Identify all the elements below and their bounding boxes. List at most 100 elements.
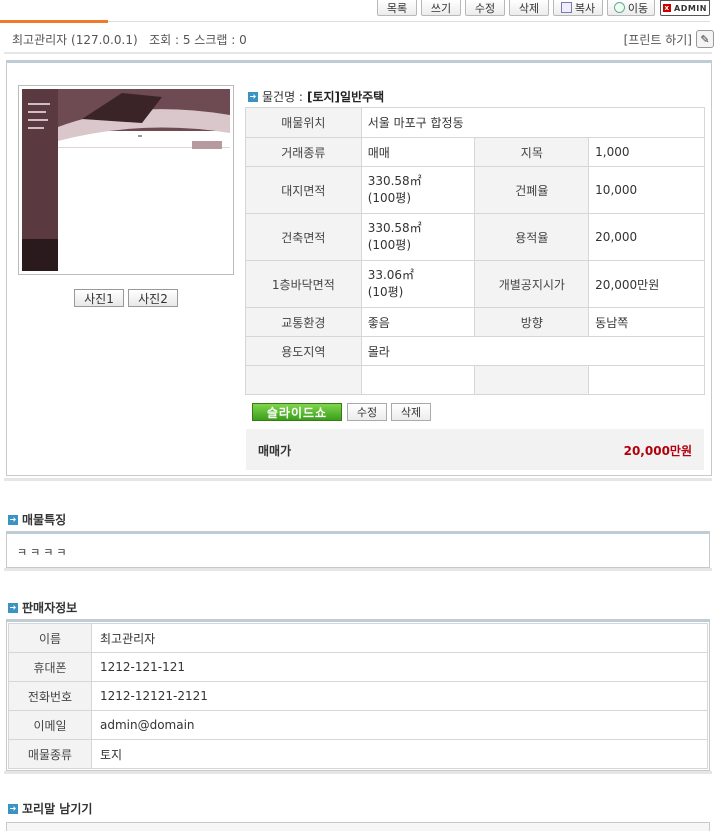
- comment-title: ➔ 꼬리말 남기기: [8, 802, 93, 816]
- seller-label: 이름: [8, 623, 92, 653]
- table-row: 1층바닥면적 33.06㎡ (10평) 개별공지시가 20,000만원: [245, 260, 705, 308]
- top-divider: [108, 21, 710, 22]
- seller-value: 1212-121-121: [91, 652, 708, 682]
- seller-value: 최고관리자: [91, 623, 708, 653]
- spec-label: 지목: [474, 137, 590, 167]
- price-value: 20,000만원: [623, 444, 692, 458]
- author-info: 최고관리자 (127.0.0.1): [12, 33, 138, 47]
- photo1-button[interactable]: 사진1: [74, 289, 124, 307]
- table-row: 교통환경 좋음 방향 동남쪽: [245, 307, 705, 337]
- features-title: ➔ 매물특징: [8, 513, 67, 527]
- accent-tab: [0, 20, 108, 23]
- seller-label: 매물종류: [8, 739, 92, 769]
- arrow-right-icon: ➔: [8, 514, 18, 525]
- section-divider: [4, 478, 712, 481]
- table-row: 이메일 admin@domain: [8, 710, 708, 740]
- delete-item-button[interactable]: 삭제: [391, 403, 431, 421]
- comment-box: [6, 822, 710, 831]
- spec-value-empty: [588, 365, 705, 395]
- spec-label: 교통환경: [245, 307, 362, 337]
- seller-value: 1212-12121-2121: [91, 681, 708, 711]
- seller-value: admin@domain: [91, 710, 708, 740]
- arrow-right-icon: ➔: [8, 602, 18, 613]
- spec-value: 매매: [360, 137, 476, 167]
- spec-label: 용도지역: [245, 336, 362, 366]
- spec-label: 용적율: [474, 213, 590, 261]
- info-divider: [4, 52, 712, 54]
- arrow-right-icon: ➔: [248, 91, 258, 102]
- table-row: 휴대폰 1212-121-121: [8, 652, 708, 682]
- table-row: 건축면적 330.58㎡ (100평) 용적율 20,000: [245, 213, 705, 261]
- spec-value-empty: [360, 365, 476, 395]
- view-count: 조회 : 5 스크랩 : 0: [149, 33, 247, 47]
- print-area: [프린트 하기] ✎: [624, 30, 714, 48]
- box-accent-line: [7, 532, 709, 534]
- spec-value: 20,000만원: [588, 260, 705, 308]
- spec-label: 건폐율: [474, 166, 590, 214]
- features-box: ㅋㅋㅋㅋ: [6, 531, 710, 568]
- print-icon[interactable]: ✎: [696, 30, 714, 48]
- price-label: 매매가: [258, 444, 292, 458]
- table-row: 이름 최고관리자: [8, 623, 708, 653]
- modify-button[interactable]: 수정: [465, 0, 505, 16]
- spec-label-empty: [245, 365, 362, 395]
- spec-value: 서울 마포구 합정동: [360, 107, 706, 138]
- section-divider: [4, 568, 712, 571]
- delete-button[interactable]: 삭제: [509, 0, 549, 16]
- spec-value: 1,000: [588, 137, 705, 167]
- spec-value: 20,000: [588, 213, 705, 261]
- spec-label: 대지면적: [245, 166, 362, 214]
- spec-value: 33.06㎡ (10평): [360, 260, 476, 308]
- box-accent-line: [7, 61, 711, 63]
- list-button[interactable]: 목록: [377, 0, 417, 16]
- table-row: 거래종류 매매 지목 1,000: [245, 137, 705, 167]
- table-row: 용도지역 몰라: [245, 336, 706, 366]
- admin-x-icon: x: [663, 4, 672, 12]
- spec-value: 330.58㎡ (100평): [360, 213, 476, 261]
- spec-label: 건축면적: [245, 213, 362, 261]
- print-link[interactable]: [프린트 하기]: [624, 31, 692, 48]
- spec-value: 동남쪽: [588, 307, 705, 337]
- property-spec-table: 매물위치 서울 마포구 합정동 거래종류 매매 지목 1,000 대지면적 33…: [245, 107, 706, 395]
- spec-value: 330.58㎡ (100평): [360, 166, 476, 214]
- post-meta: 최고관리자 (127.0.0.1) 조회 : 5 스크랩 : 0: [12, 31, 247, 48]
- post-info-bar: 최고관리자 (127.0.0.1) 조회 : 5 스크랩 : 0 [프린트 하기…: [0, 24, 718, 54]
- seller-title: ➔ 판매자정보: [8, 601, 78, 615]
- spec-label: 개별공지시가: [474, 260, 590, 308]
- table-row: 대지면적 330.58㎡ (100평) 건폐율 10,000: [245, 166, 705, 214]
- move-icon: [613, 2, 625, 13]
- spec-label: 1층바닥면적: [245, 260, 362, 308]
- title-label: 물건명 :: [262, 90, 303, 104]
- seller-label: 전화번호: [8, 681, 92, 711]
- seller-table: 이름 최고관리자 휴대폰 1212-121-121 전화번호 1212-12121-2…: [8, 623, 708, 769]
- slideshow-button[interactable]: 슬라이드쇼: [252, 403, 342, 421]
- price-bar: 매매가 20,000만원: [246, 429, 704, 470]
- property-photo[interactable]: [18, 85, 234, 275]
- write-button[interactable]: 쓰기: [421, 0, 461, 16]
- property-title: ➔ 물건명 : [토지]일반주택: [248, 88, 384, 105]
- photo-thumbnail: [22, 89, 230, 271]
- seller-label: 이메일: [8, 710, 92, 740]
- spec-label: 거래종류: [245, 137, 362, 167]
- photo2-button[interactable]: 사진2: [128, 289, 178, 307]
- table-row: [245, 365, 705, 395]
- seller-label: 휴대폰: [8, 652, 92, 682]
- photo-thumbnail-image: [22, 89, 230, 271]
- spec-label-empty: [474, 365, 590, 395]
- move-button[interactable]: 이동: [607, 0, 655, 16]
- features-text: ㅋㅋㅋㅋ: [17, 546, 70, 559]
- seller-value: 토지: [91, 739, 708, 769]
- admin-button[interactable]: x ADMIN: [660, 0, 710, 16]
- table-row: 매물종류 토지: [8, 739, 708, 769]
- table-row: 전화번호 1212-12121-2121: [8, 681, 708, 711]
- spec-value: 10,000: [588, 166, 705, 214]
- copy-button[interactable]: 복사: [553, 0, 603, 16]
- spec-label: 매물위치: [245, 107, 362, 138]
- edit-button[interactable]: 수정: [347, 403, 387, 421]
- copy-icon: [560, 2, 572, 13]
- board-toolbar: 목록 쓰기 수정 삭제 복사 이동 x ADMIN: [0, 0, 718, 20]
- section-divider: [4, 771, 712, 774]
- spec-value: 좋음: [360, 307, 476, 337]
- spec-value: 몰라: [360, 336, 706, 366]
- table-row: 매물위치 서울 마포구 합정동: [245, 107, 706, 138]
